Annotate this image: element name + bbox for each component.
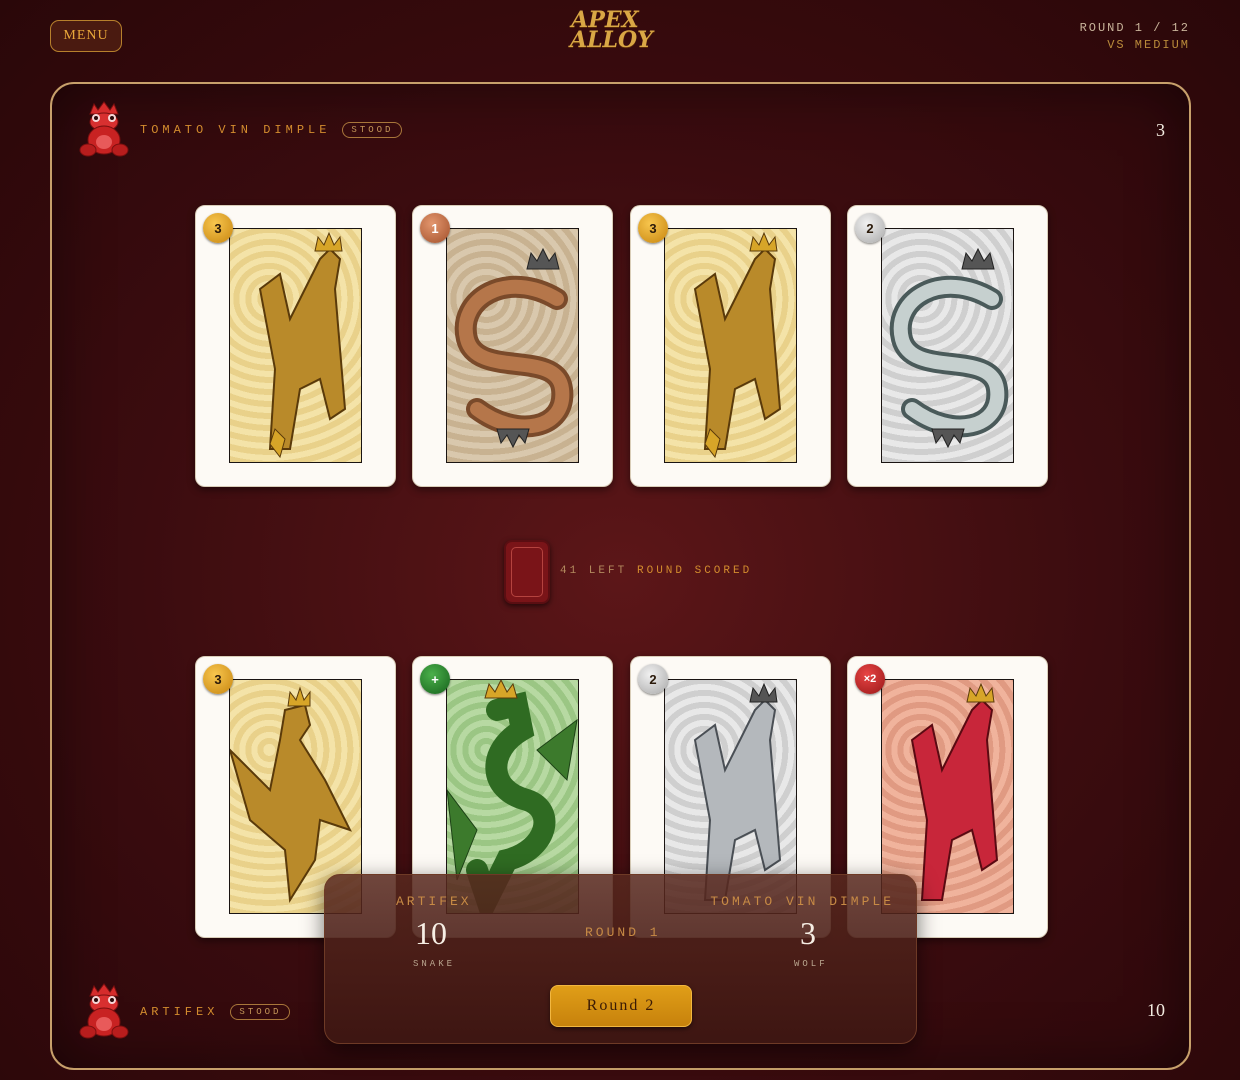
- summary-player-score: 10: [415, 915, 447, 951]
- draw-deck[interactable]: [504, 540, 550, 604]
- next-round-button[interactable]: Round 2: [550, 985, 692, 1027]
- opponent-header: TOMATO VIN DIMPLE STOOD: [76, 100, 403, 160]
- round-counter: ROUND 1 / 12: [1079, 21, 1190, 35]
- summary-opponent-animal: WOLF: [794, 959, 828, 969]
- deck-remaining: 41 LEFT: [560, 565, 628, 577]
- snake-icon: [881, 228, 1014, 463]
- player-header: ARTIFEX STOOD: [76, 982, 291, 1042]
- frog-avatar-icon: [79, 101, 129, 157]
- summary-player-name: ARTIFEX: [396, 894, 472, 909]
- wolf-icon: [664, 228, 797, 463]
- menu-button[interactable]: MENU: [50, 20, 122, 52]
- game-logo: APEX ALLOY: [570, 9, 653, 65]
- opponent-card-3[interactable]: 3: [630, 205, 831, 487]
- opponent-card-4[interactable]: 2: [847, 205, 1048, 487]
- player-score: 10: [1147, 1000, 1165, 1020]
- frog-avatar-icon: [79, 983, 129, 1039]
- wolf-icon: [229, 228, 362, 463]
- opponent-card-1[interactable]: 3: [195, 205, 396, 487]
- round-summary-panel: ARTIFEX TOMATO VIN DIMPLE 10 3 SNAKE WOL…: [324, 874, 917, 1044]
- summary-round-label: ROUND 1: [585, 925, 661, 940]
- summary-player-animal: SNAKE: [413, 959, 456, 969]
- card-value-badge: ×2: [855, 664, 885, 694]
- card-value-badge: 2: [638, 664, 668, 694]
- logo-line-2: ALLOY: [570, 27, 653, 53]
- round-info: ROUND 1 / 12 VS MEDIUM: [1080, 20, 1190, 54]
- card-value-badge: 2: [855, 213, 885, 243]
- card-value-badge: 3: [203, 213, 233, 243]
- card-value-badge: 3: [638, 213, 668, 243]
- card-value-badge: +: [420, 664, 450, 694]
- opponent-name: TOMATO VIN DIMPLE: [140, 123, 331, 137]
- opponent-score: 3: [1156, 120, 1165, 140]
- card-value-badge: 3: [203, 664, 233, 694]
- opponent-card-2[interactable]: 1: [412, 205, 613, 487]
- player-status-badge: STOOD: [230, 1004, 291, 1020]
- round-status: ROUND SCORED: [637, 565, 753, 577]
- opponent-status-badge: STOOD: [342, 122, 403, 138]
- summary-opponent-name: TOMATO VIN DIMPLE: [710, 894, 894, 909]
- snake-icon: [446, 228, 579, 463]
- player-name: ARTIFEX: [140, 1005, 219, 1019]
- difficulty-label: VS MEDIUM: [1107, 38, 1190, 52]
- card-value-badge: 1: [420, 213, 450, 243]
- summary-opponent-score: 3: [800, 915, 816, 951]
